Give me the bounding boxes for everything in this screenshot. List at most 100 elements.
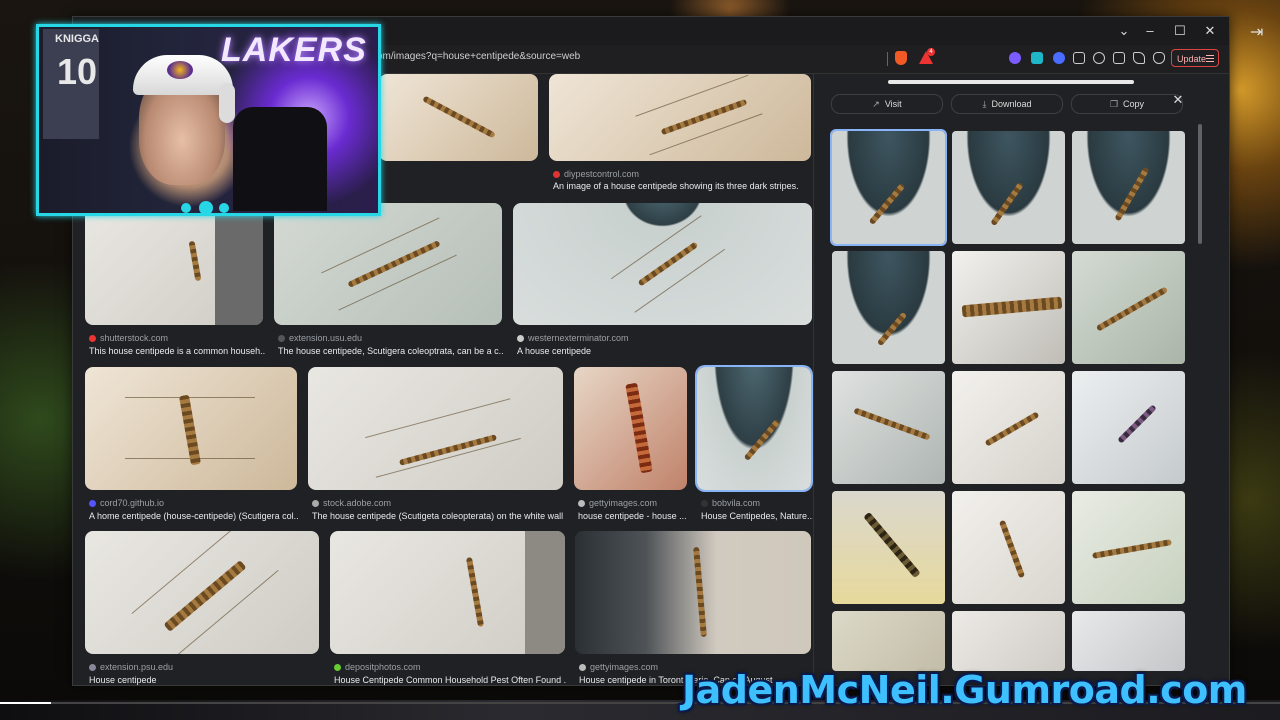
- preview-thumb[interactable]: [952, 611, 1065, 671]
- visit-button[interactable]: ↗ Visit: [831, 94, 943, 114]
- preview-thumb-selected[interactable]: [832, 131, 945, 244]
- wallet-icon[interactable]: [1113, 52, 1125, 64]
- thumbnail[interactable]: [330, 531, 565, 654]
- favicon: [89, 500, 96, 508]
- jersey-number: 10: [57, 51, 98, 92]
- thumbnail-selected[interactable]: [697, 367, 811, 490]
- download-button[interactable]: ⤓ Download: [951, 94, 1063, 114]
- update-button[interactable]: Update: [1171, 49, 1219, 67]
- image-preview-panel: ↗ Visit ⤓ Download ❐ Copy ✕: [813, 74, 1214, 685]
- thumbnail[interactable]: [513, 203, 812, 325]
- result-caption[interactable]: The house centipede, Scutigera coleoptra…: [278, 346, 504, 356]
- gaming-chair: [233, 107, 327, 211]
- visit-label: Visit: [884, 99, 902, 109]
- preview-thumb[interactable]: [952, 491, 1065, 604]
- minimize-icon[interactable]: –: [1139, 21, 1161, 41]
- favicon: [278, 335, 285, 343]
- leo-ai-icon[interactable]: [1133, 52, 1145, 64]
- preview-thumb[interactable]: [952, 131, 1065, 244]
- preview-thumb[interactable]: [1072, 491, 1185, 604]
- preview-thumb[interactable]: [832, 371, 945, 484]
- result-source: extension.usu.edu: [289, 333, 363, 343]
- toolbar-divider: [887, 52, 888, 66]
- thumbnail[interactable]: [274, 203, 502, 325]
- media-music-icon[interactable]: [1093, 52, 1105, 64]
- result-caption[interactable]: House Centipedes, Nature...: [701, 511, 813, 521]
- headphones: [219, 83, 235, 123]
- thumbnail[interactable]: [308, 367, 563, 490]
- extensions-puzzle-icon[interactable]: [1073, 52, 1085, 64]
- thumbnail[interactable]: [85, 203, 263, 325]
- copy-button[interactable]: ❐ Copy: [1071, 94, 1183, 114]
- jersey-name: KNIGGA: [55, 33, 99, 45]
- download-icon: ⤓: [982, 99, 987, 109]
- webcam-frame-dots: [181, 201, 231, 213]
- close-panel-icon[interactable]: ✕: [1170, 92, 1186, 108]
- result-caption[interactable]: House Centipede Common Household Pest Of…: [334, 675, 566, 685]
- update-label: Update: [1177, 54, 1207, 64]
- neon-sign: LAKERS: [221, 31, 367, 69]
- video-progress-fill: [0, 702, 52, 704]
- exit-icon[interactable]: ⇥: [1250, 22, 1263, 42]
- result-source: westernexterminator.com: [528, 333, 629, 343]
- extension-wave-icon[interactable]: [1053, 52, 1065, 64]
- favicon: [89, 335, 96, 343]
- thumbnail[interactable]: [85, 367, 297, 490]
- maximize-icon[interactable]: ☐: [1169, 21, 1191, 41]
- result-source: gettyimages.com: [589, 498, 658, 508]
- extension-c-icon[interactable]: [1031, 52, 1043, 64]
- preview-thumb[interactable]: [1072, 131, 1185, 244]
- preview-thumb[interactable]: [832, 251, 945, 364]
- rewards-badge: 4: [927, 48, 935, 56]
- favicon: [312, 500, 319, 508]
- download-label: Download: [991, 99, 1032, 109]
- result-source: bobvila.com: [712, 498, 761, 508]
- preview-thumb[interactable]: [1072, 251, 1185, 364]
- brave-shield-icon[interactable]: [895, 51, 907, 65]
- result-caption[interactable]: An image of a house centipede showing it…: [553, 181, 811, 191]
- result-caption[interactable]: A house centipede: [517, 346, 813, 356]
- thumbnail[interactable]: [85, 531, 319, 654]
- preview-thumb[interactable]: [952, 371, 1065, 484]
- thumbnail[interactable]: [575, 531, 811, 654]
- favicon: [517, 335, 524, 343]
- result-caption[interactable]: This house centipede is a common househ.…: [89, 346, 265, 356]
- webcam-overlay: KNIGGA 10 LAKERS: [36, 24, 381, 216]
- copy-label: Copy: [1123, 99, 1145, 109]
- result-source: depositphotos.com: [345, 662, 421, 672]
- panel-header-bar: [888, 80, 1134, 84]
- result-caption[interactable]: House centipede: [89, 675, 319, 685]
- thumbnail[interactable]: [549, 74, 811, 161]
- thumbnail[interactable]: [574, 367, 687, 490]
- preview-thumb[interactable]: [952, 251, 1065, 364]
- preview-thumb[interactable]: [1072, 611, 1185, 671]
- centipede-shape: [422, 95, 496, 139]
- favicon: [578, 500, 585, 508]
- extension-cloud-icon[interactable]: [1009, 52, 1021, 64]
- result-source: diypestcontrol.com: [564, 169, 640, 179]
- centipede-shape: [625, 382, 653, 474]
- result-caption[interactable]: A home centipede (house-centipede) (Scut…: [89, 511, 299, 521]
- favicon: [553, 171, 560, 179]
- result-source: stock.adobe.com: [323, 498, 392, 508]
- result-source: shutterstock.com: [100, 333, 169, 343]
- external-link-icon: ↗: [872, 99, 880, 109]
- thumbnail[interactable]: [379, 74, 538, 161]
- result-caption[interactable]: house centipede - house ...: [578, 511, 688, 521]
- favicon: [89, 664, 96, 672]
- preview-thumb[interactable]: [832, 491, 945, 604]
- vpn-shield-icon[interactable]: [1153, 52, 1165, 64]
- result-source: gettyimages.com: [590, 662, 659, 672]
- result-caption[interactable]: The house centipede (Scutigeta coleopter…: [312, 511, 564, 521]
- close-window-icon[interactable]: ✕: [1199, 21, 1221, 41]
- copy-icon: ❐: [1109, 99, 1119, 109]
- result-source: extension.psu.edu: [100, 662, 174, 672]
- address-bar[interactable]: om/images?q=house+centipede&source=web: [377, 51, 580, 62]
- panel-scrollbar[interactable]: [1198, 124, 1202, 244]
- tab-search-icon[interactable]: ⌄: [1113, 21, 1135, 41]
- preview-thumb[interactable]: [832, 611, 945, 671]
- favicon: [701, 500, 708, 508]
- cap-logo: [167, 61, 193, 79]
- preview-thumb[interactable]: [1072, 371, 1185, 484]
- promo-banner: JadenMcNeil.Gumroad.com: [682, 668, 1247, 712]
